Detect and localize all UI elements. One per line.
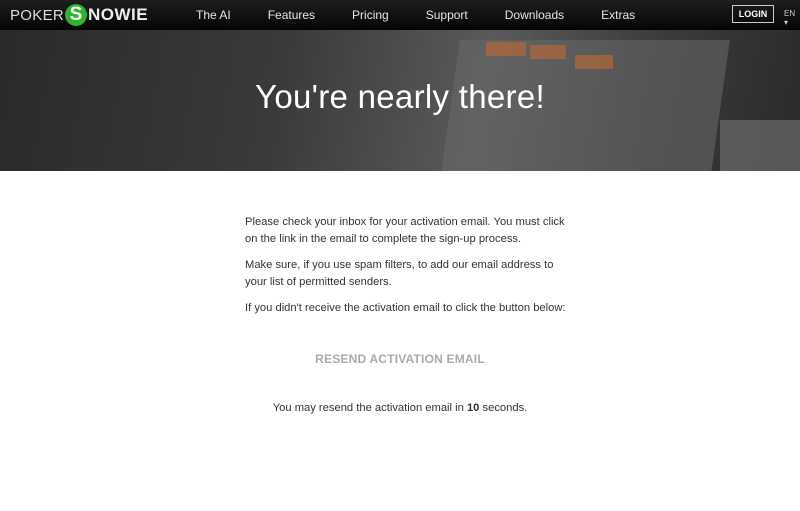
top-nav: POKER S NOWIE The AI Features Pricing Su…	[0, 0, 800, 30]
main-menu: The AI Features Pricing Support Download…	[196, 8, 672, 22]
hero-decor	[486, 42, 526, 56]
nav-extras[interactable]: Extras	[601, 8, 635, 22]
pokersnowie-logo[interactable]: POKER S NOWIE	[10, 4, 160, 26]
logo-poker: POKER	[10, 6, 65, 24]
instruction-paragraph: Please check your inbox for your activat…	[245, 216, 565, 245]
hero-card-grid-image	[720, 120, 800, 171]
timer-suffix: seconds.	[479, 402, 528, 414]
timer-seconds: 10	[466, 402, 480, 414]
resend-timer-text: You may resend the activation email in 1…	[0, 402, 800, 414]
hero-decor	[530, 45, 566, 59]
hero-banner: You're nearly there!	[0, 30, 800, 171]
logo-s: S	[65, 4, 88, 26]
page-title: You're nearly there!	[255, 78, 545, 115]
nav-downloads[interactable]: Downloads	[505, 8, 564, 22]
resend-activation-button[interactable]: RESEND ACTIVATION EMAIL	[0, 352, 800, 366]
activation-instructions: Please check your inbox for your activat…	[245, 214, 575, 326]
nav-features[interactable]: Features	[268, 8, 315, 22]
nav-support[interactable]: Support	[426, 8, 468, 22]
nav-the-ai[interactable]: The AI	[196, 8, 231, 22]
hero-decor	[575, 55, 613, 69]
nav-pricing[interactable]: Pricing	[352, 8, 389, 22]
logo-nowie: NOWIE	[88, 5, 149, 24]
timer-prefix: You may resend the activation email in	[272, 402, 467, 414]
language-selector[interactable]: EN ▾	[784, 9, 800, 27]
instruction-paragraph: If you didn't receive the activation ema…	[245, 302, 566, 314]
login-button[interactable]: LOGIN	[732, 5, 774, 23]
instruction-paragraph: Make sure, if you use spam filters, to a…	[245, 259, 554, 288]
